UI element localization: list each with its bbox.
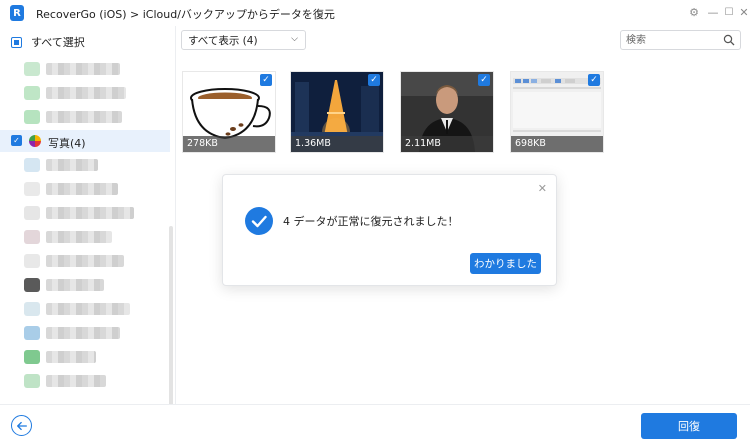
back-arrow-icon[interactable] [11,415,32,436]
maximize-icon[interactable]: ☐ [722,5,736,19]
sidebar-item-blurred[interactable] [0,226,170,248]
settings-icon[interactable]: ⚙ [687,5,701,19]
sidebar: すべて選択 ✓ 写真(4) [0,26,176,404]
success-message: 4 データが正常に復元されました！ [283,215,459,228]
search-box[interactable] [620,30,741,50]
minimize-icon[interactable]: — [706,5,720,19]
blurred-label [46,183,118,195]
footer: 回復 [0,404,750,448]
app-logo-icon: R [10,5,24,21]
sidebar-item-blurred[interactable] [0,106,170,128]
photo-thumbnail[interactable]: ✓ 2.11MB [400,71,494,153]
file-size-label: 698KB [511,136,603,152]
sidebar-item-blurred[interactable] [0,298,170,320]
category-icon [24,86,40,100]
title-bar: R RecoverGo (iOS) > iCloud/バックアップからデータを復… [0,0,750,26]
thumbnail-checkbox[interactable]: ✓ [588,74,600,86]
file-size-label: 2.11MB [401,136,493,152]
filter-selected-value: すべて表示 (4) [188,34,258,47]
success-dialog: ✕ 4 データが正常に復元されました！ わかりました [222,174,557,286]
sidebar-item-blurred[interactable] [0,370,170,392]
search-input[interactable] [626,31,721,49]
sidebar-item-blurred[interactable] [0,178,170,200]
category-icon [24,254,40,268]
thumbnail-checkbox[interactable]: ✓ [368,74,380,86]
category-icon [24,110,40,124]
category-icon [24,206,40,220]
select-all-row[interactable]: すべて選択 [0,32,170,52]
ok-button[interactable]: わかりました [470,253,541,274]
search-icon[interactable] [723,34,735,46]
blurred-label [46,111,122,123]
category-icon [24,302,40,316]
category-icon [24,326,40,340]
category-icon [24,374,40,388]
blurred-label [46,87,126,99]
blurred-label [46,327,120,339]
blurred-label [46,351,96,363]
blurred-label [46,375,106,387]
photo-thumbnail[interactable]: ✓ 278KB [182,71,276,153]
thumbnail-checkbox[interactable]: ✓ [478,74,490,86]
photos-checkbox[interactable]: ✓ [11,135,22,146]
photo-thumbnail[interactable]: ✓ 1.36MB [290,71,384,153]
blurred-label [46,63,120,75]
sidebar-item-blurred[interactable] [0,202,170,224]
window-title: RecoverGo (iOS) > iCloud/バックアップからデータを復元 [36,8,335,21]
sidebar-item-photos[interactable]: ✓ 写真(4) [0,130,170,152]
category-icon [24,158,40,172]
blurred-label [46,231,112,243]
category-icon [24,350,40,364]
sidebar-item-blurred[interactable] [0,250,170,272]
recover-button[interactable]: 回復 [641,413,737,439]
sidebar-item-blurred[interactable] [0,58,170,80]
sidebar-item-blurred[interactable] [0,346,170,368]
filter-dropdown[interactable]: すべて表示 (4) ⌵ [181,30,306,50]
photo-thumbnail[interactable]: ✓ 698KB [510,71,604,153]
blurred-label [46,159,98,171]
category-icon [24,182,40,196]
file-size-label: 1.36MB [291,136,383,152]
category-icon [24,230,40,244]
file-size-label: 278KB [183,136,275,152]
sidebar-item-blurred[interactable] [0,82,170,104]
sidebar-item-blurred[interactable] [0,154,170,176]
thumbnail-checkbox[interactable]: ✓ [260,74,272,86]
blurred-label [46,207,134,219]
check-circle-icon [245,207,273,235]
category-icon [24,278,40,292]
category-icon [24,62,40,76]
select-all-checkbox[interactable] [11,36,22,48]
blurred-label [46,303,130,315]
sidebar-item-blurred[interactable] [0,322,170,344]
sidebar-scrollbar[interactable] [169,226,173,404]
sidebar-item-label: 写真(4) [48,137,86,150]
close-icon[interactable]: ✕ [737,5,750,19]
blurred-label [46,279,104,291]
blurred-label [46,255,124,267]
photos-icon [29,135,41,147]
chevron-down-icon: ⌵ [291,34,298,44]
sidebar-item-blurred[interactable] [0,274,170,296]
select-all-label: すべて選択 [31,36,85,49]
close-icon[interactable]: ✕ [538,182,547,195]
